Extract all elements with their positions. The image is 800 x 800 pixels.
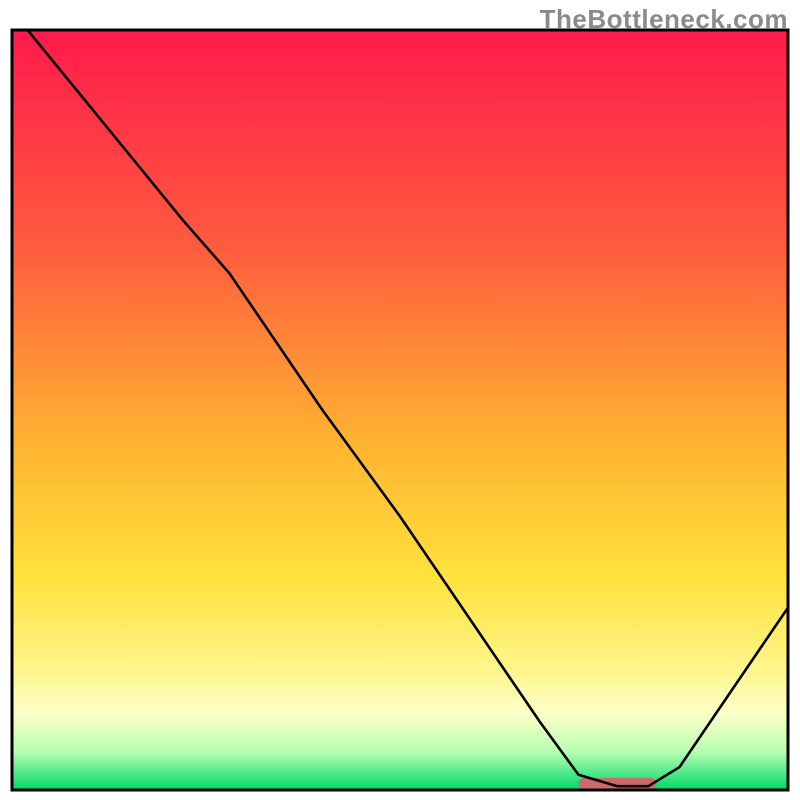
chart-canvas <box>0 0 800 800</box>
watermark-text: TheBottleneck.com <box>540 4 788 35</box>
optimal-marker <box>578 778 656 790</box>
gradient-background <box>12 30 788 790</box>
bottleneck-chart: TheBottleneck.com <box>0 0 800 800</box>
